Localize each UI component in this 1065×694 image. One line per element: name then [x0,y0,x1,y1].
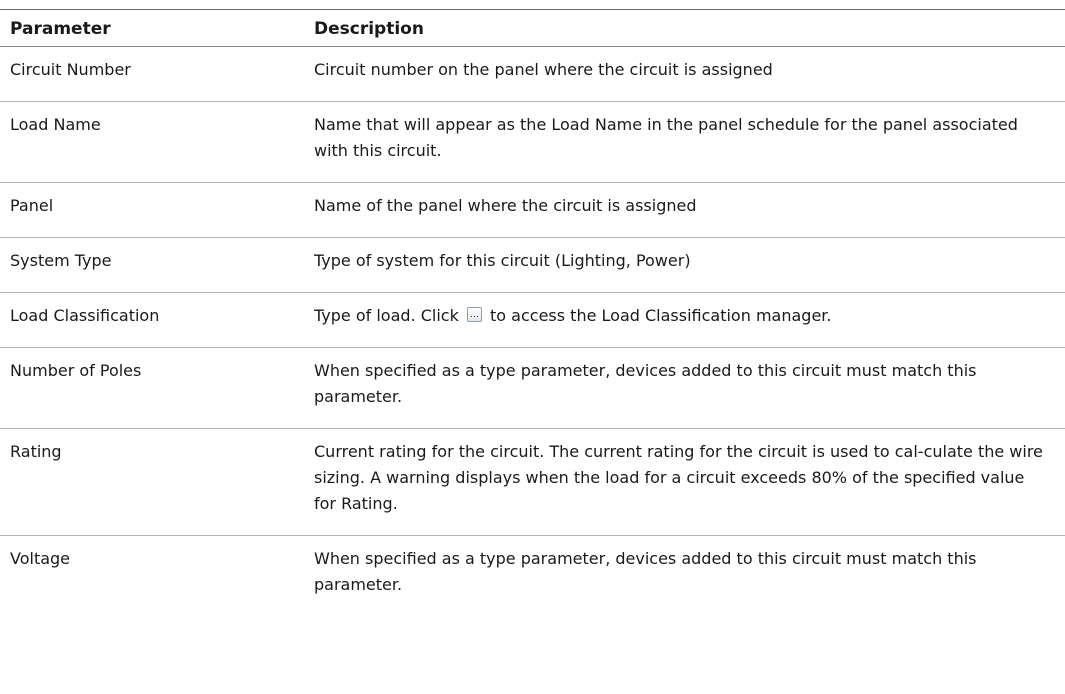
table-row: Load Classification Type of load. Click … [0,292,1065,348]
description-cell: Type of system for this circuit (Lightin… [314,251,691,270]
header-description: Description [314,19,424,39]
description-text-after: to access the Load Classification manage… [490,306,832,325]
table-row: Circuit Number Circuit number on the pan… [0,46,1065,102]
table-row: Rating Current rating for the circuit. T… [0,428,1065,536]
table-row: Panel Name of the panel where the circui… [0,182,1065,238]
parameter-cell: Number of Poles [10,361,142,380]
parameter-cell: Panel [10,196,54,215]
parameter-cell: Load Name [10,115,101,134]
table-row: Voltage When specified as a type paramet… [0,535,1065,617]
description-cell: Name of the panel where the circuit is a… [314,196,697,215]
header-parameter: Parameter [10,19,111,39]
description-cell: Type of load. Click to access the Load C… [314,293,1065,348]
parameter-cell: System Type [10,251,112,270]
parameter-table: Parameter Description Circuit Number Cir… [0,9,1065,616]
table-row: System Type Type of system for this circ… [0,237,1065,293]
parameter-cell: Circuit Number [10,60,131,79]
table-header-row: Parameter Description [0,9,1065,47]
parameter-cell: Load Classification [10,306,160,325]
table-row: Number of Poles When specified as a type… [0,347,1065,429]
description-text-before: Type of load. Click [314,306,459,325]
description-cell: Current rating for the circuit. The curr… [314,442,1043,513]
ellipsis-browse-icon[interactable] [466,307,482,322]
description-cell: Name that will appear as the Load Name i… [314,115,1018,160]
description-cell: Circuit number on the panel where the ci… [314,60,773,79]
table-row: Load Name Name that will appear as the L… [0,101,1065,183]
description-cell: When specified as a type parameter, devi… [314,361,977,406]
parameter-cell: Rating [10,442,62,461]
description-cell: When specified as a type parameter, devi… [314,549,977,594]
parameter-cell: Voltage [10,549,71,568]
